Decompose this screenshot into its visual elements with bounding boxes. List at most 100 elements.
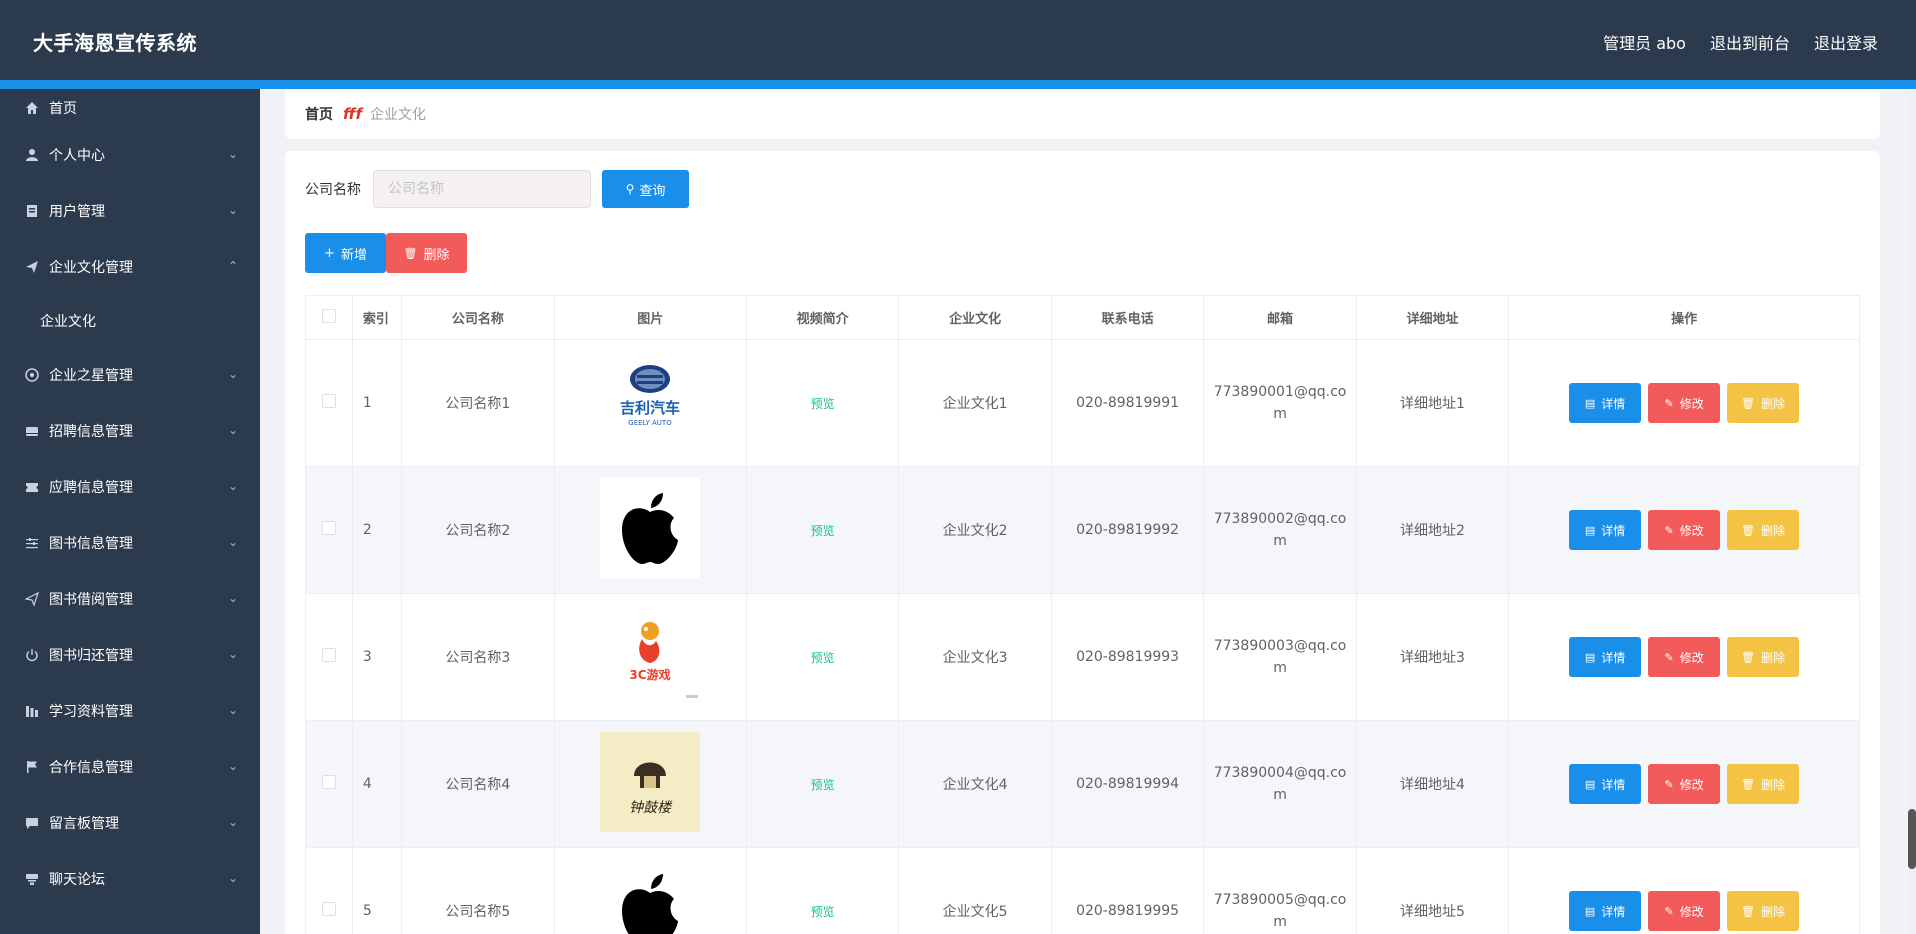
detail-button[interactable]: ▤ 详情: [1569, 637, 1642, 677]
sidebar-item-apply[interactable]: 应聘信息管理 ⌄: [0, 459, 260, 515]
pencil-icon: ✎: [1664, 650, 1674, 664]
email-text: 773890001@qq.com: [1213, 384, 1347, 422]
edit-button[interactable]: ✎ 修改: [1648, 764, 1721, 804]
delete-label: 删除: [1761, 396, 1786, 411]
row-actions: ▤ 详情 ✎ 修改 🗑 删除: [1509, 383, 1859, 423]
logout-link[interactable]: 退出登录: [1814, 30, 1878, 54]
scrollbar-thumb[interactable]: [1908, 809, 1916, 869]
batch-delete-button[interactable]: 🗑 删除: [386, 233, 467, 273]
email-cell: 773890005@qq.com: [1203, 847, 1357, 934]
edit-button[interactable]: ✎ 修改: [1648, 637, 1721, 677]
phone-cell: 020-89819993: [1051, 593, 1205, 721]
delete-button[interactable]: 🗑 删除: [1727, 637, 1800, 677]
preview-link[interactable]: 预览: [811, 524, 835, 538]
stamp-icon: [24, 871, 40, 887]
edit-label: 修改: [1679, 396, 1704, 411]
row-select-cell: [305, 466, 353, 594]
add-button[interactable]: + 新增: [305, 233, 386, 273]
detail-label: 详情: [1601, 777, 1626, 792]
ops-cell: ▤ 详情 ✎ 修改 🗑 删除: [1508, 847, 1860, 934]
top-header: 大手海恩宣传系统 管理员 abo 退出到前台 退出登录: [0, 0, 1916, 80]
sidebar-item-label: 图书借阅管理: [49, 592, 133, 608]
sidebar-item-profile[interactable]: 个人中心 ⌄: [0, 127, 260, 183]
email-text: 773890002@qq.com: [1213, 511, 1347, 549]
sidebar: 首页 个人中心 ⌄ 用户管理 ⌄ 企业文化管理 ⌃ 企业文化 企业之星管理 ⌄ …: [0, 89, 260, 934]
delete-button[interactable]: 🗑 删除: [1727, 891, 1800, 931]
sidebar-item-home[interactable]: 首页: [0, 89, 260, 127]
delete-button[interactable]: 🗑 删除: [1727, 383, 1800, 423]
select-all-header: [305, 295, 353, 340]
trash-icon: 🗑: [1741, 523, 1756, 537]
preview-link[interactable]: 预览: [811, 905, 835, 919]
sidebar-item-coop[interactable]: 合作信息管理 ⌄: [0, 739, 260, 795]
page-scrollbar[interactable]: [1908, 89, 1916, 934]
edit-button[interactable]: ✎ 修改: [1648, 383, 1721, 423]
col-header: 邮箱: [1203, 295, 1357, 340]
detail-button[interactable]: ▤ 详情: [1569, 764, 1642, 804]
col-header: 图片: [554, 295, 747, 340]
send-icon: [24, 591, 40, 607]
sidebar-item-study[interactable]: 学习资料管理 ⌄: [0, 683, 260, 739]
email-text: 773890004@qq.com: [1213, 765, 1347, 803]
sidebar-item-label: 用户管理: [49, 204, 105, 220]
row-checkbox[interactable]: [321, 775, 336, 789]
home-icon: [24, 100, 40, 116]
sidebar-item-users[interactable]: 用户管理 ⌄: [0, 183, 260, 239]
table-row: 1 公司名称1 吉利汽车 GEELY AUTO 预览 企业文化1 020-898…: [305, 339, 1860, 467]
sidebar-item-culture[interactable]: 企业文化: [0, 295, 260, 347]
row-checkbox[interactable]: [321, 902, 336, 916]
header-actions: 管理员 abo 退出到前台 退出登录: [1603, 30, 1878, 54]
row-checkbox[interactable]: [321, 648, 336, 662]
sidebar-item-forum[interactable]: 聊天论坛 ⌄: [0, 851, 260, 907]
preview-link[interactable]: 预览: [811, 651, 835, 665]
tower-logo[interactable]: 钟鼓楼: [600, 732, 701, 832]
geely-logo[interactable]: 吉利汽车 GEELY AUTO: [600, 351, 701, 451]
sidebar-item-star[interactable]: 企业之星管理 ⌄: [0, 347, 260, 403]
row-actions: ▤ 详情 ✎ 修改 🗑 删除: [1509, 891, 1859, 931]
company-name-input[interactable]: [373, 170, 591, 208]
select-all-checkbox[interactable]: [321, 308, 336, 323]
search-form: 公司名称 ⚲ 查询: [305, 170, 689, 208]
sidebar-item-return[interactable]: 图书归还管理 ⌄: [0, 627, 260, 683]
doc-icon: ▤: [1584, 904, 1596, 918]
3c-logo[interactable]: 3C游戏: [600, 605, 701, 705]
sidebar-item-borrow[interactable]: 图书借阅管理 ⌄: [0, 571, 260, 627]
apple-logo[interactable]: [600, 478, 701, 578]
doc-icon: ▤: [1584, 777, 1596, 791]
edit-button[interactable]: ✎ 修改: [1648, 510, 1721, 550]
sidebar-item-label: 应聘信息管理: [49, 480, 133, 496]
sidebar-item-culture-mgmt[interactable]: 企业文化管理 ⌃: [0, 239, 260, 295]
chevron-down-icon: ⌄: [227, 147, 238, 161]
search-button[interactable]: ⚲ 查询: [602, 170, 689, 208]
sidebar-item-messages[interactable]: 留言板管理 ⌄: [0, 795, 260, 851]
delete-button[interactable]: 🗑 删除: [1727, 764, 1800, 804]
detail-button[interactable]: ▤ 详情: [1569, 510, 1642, 550]
exit-to-front-link[interactable]: 退出到前台: [1710, 30, 1790, 54]
col-header: 联系电话: [1051, 295, 1205, 340]
row-checkbox[interactable]: [321, 521, 336, 535]
culture-cell: 企业文化3: [898, 593, 1052, 721]
admin-name[interactable]: 管理员 abo: [1603, 30, 1686, 54]
preview-link[interactable]: 预览: [811, 778, 835, 792]
preview-link[interactable]: 预览: [811, 397, 835, 411]
row-checkbox[interactable]: [321, 394, 336, 408]
detail-button[interactable]: ▤ 详情: [1569, 383, 1642, 423]
table-row: 5 公司名称5 预览 企业文化5 020-89819995 773890005@…: [305, 847, 1860, 934]
edit-button[interactable]: ✎ 修改: [1648, 891, 1721, 931]
trash-icon: 🗑: [1741, 650, 1756, 664]
breadcrumb-home[interactable]: 首页: [305, 104, 333, 124]
sidebar-item-recruit[interactable]: 招聘信息管理 ⌄: [0, 403, 260, 459]
delete-label: 删除: [1761, 523, 1786, 538]
index-cell: 4: [352, 720, 403, 848]
image-cell: 3C游戏: [554, 593, 747, 721]
sidebar-item-label: 个人中心: [49, 148, 105, 164]
apple-logo[interactable]: [600, 859, 701, 934]
edit-label: 修改: [1679, 777, 1704, 792]
chevron-down-icon: ⌄: [227, 203, 238, 217]
delete-button[interactable]: 🗑 删除: [1727, 510, 1800, 550]
email-cell: 773890004@qq.com: [1203, 720, 1357, 848]
sidebar-item-books[interactable]: 图书信息管理 ⌄: [0, 515, 260, 571]
detail-button[interactable]: ▤ 详情: [1569, 891, 1642, 931]
culture-cell: 企业文化1: [898, 339, 1052, 467]
email-text: 773890003@qq.com: [1213, 638, 1347, 676]
